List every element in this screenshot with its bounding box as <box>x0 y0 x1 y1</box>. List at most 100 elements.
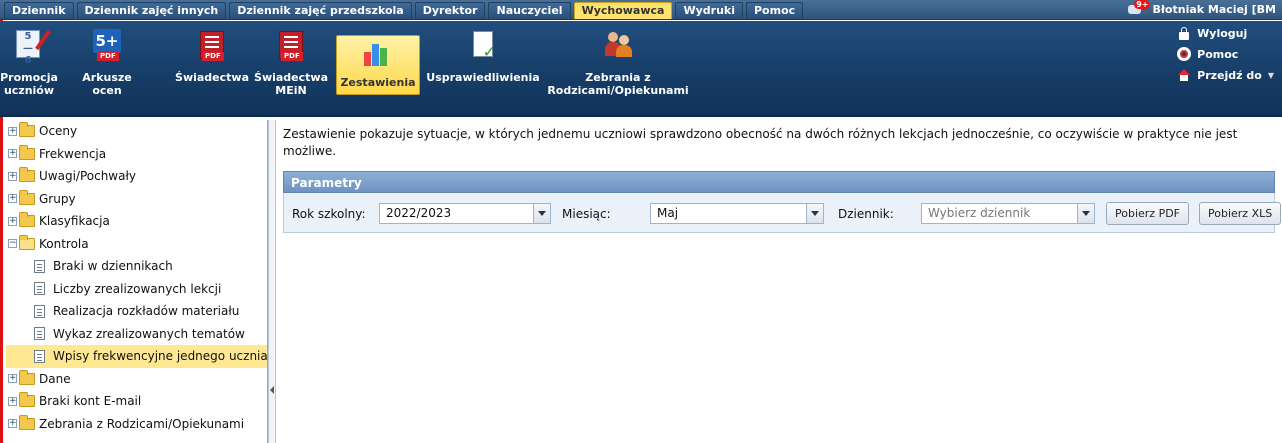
goto-label: Przejdź do <box>1197 68 1262 82</box>
tree-item[interactable]: Realizacja rozkładów materiału <box>6 300 267 323</box>
expand-icon[interactable]: + <box>8 419 17 429</box>
excuse-doc-icon <box>467 29 499 61</box>
top-menu: Dziennik Dziennik zajęć innych Dziennik za… <box>4 2 804 19</box>
tree-folder[interactable]: + Oceny <box>6 120 267 143</box>
top-menu-item[interactable]: Pomoc <box>746 2 804 19</box>
tree-item[interactable]: Liczby zrealizowanych lekcji <box>6 278 267 301</box>
top-menu-item[interactable]: Wydruki <box>675 2 743 19</box>
tree-label: Wykaz zrealizowanych tematów <box>53 326 245 341</box>
expand-icon[interactable]: + <box>8 216 17 226</box>
help-label: Pomoc <box>1197 47 1239 61</box>
zebrania-button[interactable]: Zebrania z Rodzicami/Opiekunami <box>547 21 689 117</box>
tree-label: Dane <box>39 371 71 386</box>
tree-item[interactable]: Braki w dziennikach <box>6 255 267 278</box>
miesiac-value: Maj <box>657 206 679 220</box>
tree-folder[interactable]: + Grupy <box>6 188 267 211</box>
folder-icon <box>19 392 35 408</box>
pdf-grade-5-icon: 5+ PDF <box>91 29 123 61</box>
tree-label: Oceny <box>39 124 78 139</box>
dziennik-select[interactable]: Wybierz dziennik <box>921 203 1095 224</box>
zestawienia-button[interactable]: Zestawienia <box>336 35 420 95</box>
lifebuoy-icon <box>1177 47 1192 61</box>
zestawienia-label: Zestawienia <box>340 76 416 89</box>
rok-szkolny-select[interactable]: 2022/2023 <box>379 203 551 224</box>
tree-label: Klasyfikacja <box>39 214 110 229</box>
download-xls-button[interactable]: Pobierz XLS <box>1199 202 1282 225</box>
top-menu-item[interactable]: Dziennik zajęć przedszkola <box>229 2 412 19</box>
folder-icon <box>19 212 35 228</box>
document-icon <box>34 327 45 341</box>
goto-link[interactable]: Przejdź do ▼ <box>1177 67 1274 83</box>
dziennik-placeholder: Wybierz dziennik <box>928 206 1031 220</box>
arkusze-label: Arkusze ocen <box>82 71 132 97</box>
promocja-button[interactable]: 5—6 Promocja uczniów <box>0 21 58 117</box>
chevron-down-icon[interactable] <box>1077 204 1094 223</box>
dziennik-label: Dziennik: <box>838 207 894 221</box>
document-icon <box>34 259 45 273</box>
promotion-icon: 5—6 <box>13 29 51 66</box>
logout-label: Wyloguj <box>1197 26 1248 40</box>
tree-folder[interactable]: + Zebrania z Rodzicami/Opiekunami <box>6 413 267 436</box>
top-menu-item[interactable]: Nauczyciel <box>488 2 571 19</box>
expand-icon[interactable]: + <box>8 194 17 204</box>
top-menu-item[interactable]: Dziennik zajęć innych <box>76 2 227 19</box>
tree-item[interactable]: Wykaz zrealizowanych tematów <box>6 323 267 346</box>
user-name[interactable]: Błotniak Maciej [BM <box>1152 3 1276 16</box>
expand-icon[interactable]: + <box>8 171 17 181</box>
certificate-mein-pdf-icon: PDF <box>275 29 307 61</box>
arkusze-button[interactable]: 5+ PDF Arkusze ocen <box>82 21 132 117</box>
home-icon <box>1177 68 1191 82</box>
logout-link[interactable]: Wyloguj <box>1177 25 1274 41</box>
expand-icon[interactable]: + <box>8 396 17 406</box>
top-menu-item[interactable]: Wychowawca <box>573 2 673 19</box>
help-link[interactable]: Pomoc <box>1177 46 1274 62</box>
swiadectwa-button[interactable]: PDF Świadectwa <box>175 21 249 117</box>
tree-folder[interactable]: + Klasyfikacja <box>6 210 267 233</box>
chevron-down-icon[interactable] <box>533 204 550 223</box>
top-menu-item[interactable]: Dyrektor <box>414 2 486 19</box>
certificate-pdf-icon: PDF <box>196 29 228 61</box>
expand-icon[interactable]: + <box>8 149 17 159</box>
collapse-icon[interactable]: − <box>8 239 17 249</box>
tree-label: Realizacja rozkładów materiału <box>53 304 240 319</box>
zebrania-label: Zebrania z Rodzicami/Opiekunami <box>547 71 689 97</box>
folder-open-icon <box>19 234 35 250</box>
messages-badge: 9+ <box>1134 0 1151 9</box>
chevron-down-icon[interactable] <box>806 204 823 223</box>
folder-icon <box>19 144 35 160</box>
download-pdf-button[interactable]: Pobierz PDF <box>1106 202 1190 225</box>
tree-label: Zebrania z Rodzicami/Opiekunami <box>39 416 245 431</box>
swiadectwa-label: Świadectwa <box>175 71 249 84</box>
tree-label: Frekwencja <box>39 146 107 161</box>
tree-label: Braki kont E-mail <box>39 394 142 409</box>
tree-item[interactable]: Wpisy frekwencyjne jednego ucznia <box>6 345 268 368</box>
tree-label: Uwagi/Pochwały <box>39 169 136 184</box>
expand-icon[interactable]: + <box>8 374 17 384</box>
document-icon <box>34 349 45 363</box>
top-menu-item[interactable]: Dziennik <box>4 2 74 19</box>
tree-folder[interactable]: + Uwagi/Pochwały <box>6 165 267 188</box>
params-body: Rok szkolny: 2022/2023 Miesiąc: Maj Dzie… <box>283 193 1282 233</box>
usprawiedliwienia-button[interactable]: Usprawiedliwienia <box>426 21 540 117</box>
params-panel: Parametry Rok szkolny: 2022/2023 Miesiąc… <box>283 171 1282 233</box>
tree-label: Liczby zrealizowanych lekcji <box>53 281 222 296</box>
tree-folder[interactable]: + Dane <box>6 368 267 391</box>
chevron-down-icon: ▼ <box>1267 70 1274 80</box>
document-icon <box>34 282 45 296</box>
expand-icon[interactable]: + <box>8 126 17 136</box>
user-box: 9+ Błotniak Maciej [BM <box>1128 0 1276 16</box>
tree-folder[interactable]: − Kontrola <box>6 233 267 256</box>
tree-folder[interactable]: + Frekwencja <box>6 143 267 166</box>
report-description: Zestawienie pokazuje sytuacje, w których… <box>283 127 1238 158</box>
rok-szkolny-value: 2022/2023 <box>386 206 452 220</box>
miesiac-select[interactable]: Maj <box>650 203 824 224</box>
messages-icon[interactable]: 9+ <box>1128 0 1151 16</box>
swiadectwa-mein-button[interactable]: PDF Świadectwa MEiN <box>254 21 328 117</box>
reports-tree: + Oceny + Frekwencja + Uwagi/Pochwały + Grupy + K… <box>6 120 268 443</box>
lock-icon <box>1177 26 1191 40</box>
miesiac-label: Miesiąc: <box>562 207 611 221</box>
tree-folder[interactable]: + Braki kont E-mail <box>6 390 267 413</box>
tree-label: Wpisy frekwencyjne jednego ucznia <box>53 349 268 364</box>
collapse-panel-icon[interactable] <box>269 383 275 397</box>
promocja-label: Promocja uczniów <box>0 71 58 97</box>
